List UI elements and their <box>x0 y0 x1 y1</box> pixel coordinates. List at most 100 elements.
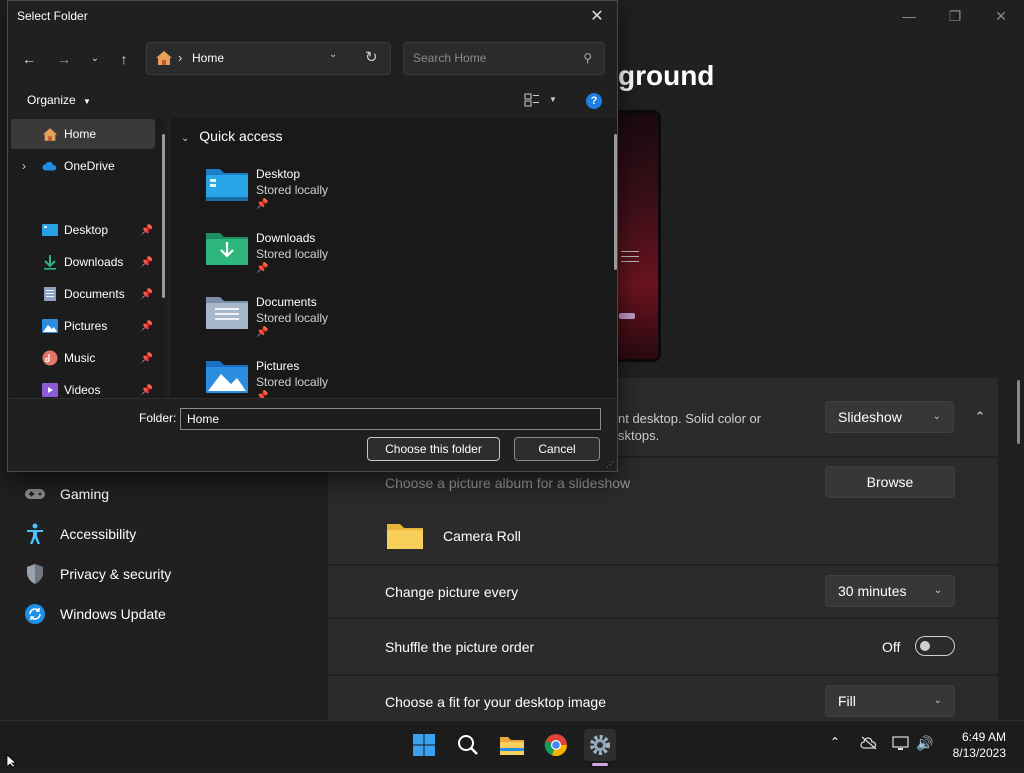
forward-arrow-icon[interactable]: → <box>51 46 77 72</box>
item-sub: Stored locally <box>256 247 329 261</box>
pin-icon: 📌 <box>256 263 269 274</box>
chrome-icon[interactable] <box>540 729 572 761</box>
camera-roll-label: Camera Roll <box>443 528 521 544</box>
nav-item-gaming[interactable]: Gaming <box>24 476 109 512</box>
fit-dropdown[interactable]: Fill ⌄ <box>825 685 955 717</box>
nav-music[interactable]: Music 📌 <box>11 343 155 373</box>
nav-item-privacy[interactable]: Privacy & security <box>24 556 171 592</box>
search-input[interactable]: Search Home ⚲ <box>403 42 605 75</box>
interval-dropdown[interactable]: 30 minutes ⌄ <box>825 575 955 607</box>
pin-icon: 📌 <box>256 327 269 338</box>
address-dropdown-icon[interactable]: ⌄ <box>329 49 337 60</box>
chevron-down-icon: ⌄ <box>933 585 942 596</box>
desktop-folder-icon <box>42 222 58 238</box>
quick-access-item[interactable]: Documents Stored locally 📌 <box>205 292 405 348</box>
nav-desktop[interactable]: Desktop 📌 <box>11 215 155 245</box>
downloads-folder-icon <box>42 254 58 270</box>
shuffle-toggle[interactable] <box>915 636 955 656</box>
dropdown-value: Slideshow <box>838 409 902 425</box>
music-folder-icon <box>42 350 58 366</box>
accessibility-icon <box>24 523 46 545</box>
recent-locations-chevron-icon[interactable]: ⌄ <box>82 46 108 72</box>
nav-downloads[interactable]: Downloads 📌 <box>11 247 155 277</box>
pin-icon: 📌 <box>256 199 269 210</box>
back-arrow-icon[interactable]: ← <box>16 46 42 72</box>
close-button[interactable]: ✕ <box>978 4 1024 28</box>
quick-access-item[interactable]: Downloads Stored locally 📌 <box>205 228 405 284</box>
start-icon[interactable] <box>408 729 440 761</box>
nav-item-accessibility[interactable]: Accessibility <box>24 516 136 552</box>
quick-access-item[interactable]: Desktop Stored locally 📌 <box>205 164 405 220</box>
search-icon[interactable] <box>452 729 484 761</box>
nav-pictures[interactable]: Pictures 📌 <box>11 311 155 341</box>
nav-videos[interactable]: Videos 📌 <box>11 375 155 398</box>
quick-access-item[interactable]: Pictures Stored locally 📌 <box>205 356 405 398</box>
close-icon[interactable]: ✕ <box>585 5 609 29</box>
nav-label: Home <box>64 127 97 141</box>
background-type-dropdown[interactable]: Slideshow ⌄ <box>825 401 954 433</box>
documents-folder-icon <box>42 286 58 302</box>
collapse-chevron-icon[interactable]: ⌃ <box>964 401 996 433</box>
shuffle-state: Off <box>882 639 901 655</box>
dialog-footer: Folder: Home Choose this folder Cancel ⋰ <box>9 398 616 471</box>
cancel-button[interactable]: Cancel <box>514 437 600 461</box>
select-folder-dialog: Select Folder ✕ ← → ⌄ ↑ › Home ⌄ ↻ Searc… <box>7 0 618 472</box>
maximize-button[interactable]: ❐ <box>932 4 978 28</box>
chevron-down-icon: ▼ <box>83 97 91 106</box>
item-name: Desktop <box>256 167 301 181</box>
view-chevron-icon[interactable]: ▼ <box>549 95 557 104</box>
nav-onedrive[interactable]: › OneDrive <box>11 151 155 181</box>
search-icon: ⚲ <box>583 51 592 65</box>
dropdown-value: Fill <box>838 693 856 709</box>
shuffle-label: Shuffle the picture order <box>385 639 535 655</box>
navpane-scrollbar[interactable] <box>162 134 165 298</box>
refresh-icon[interactable]: ↻ <box>365 48 378 66</box>
nav-item-windows-update[interactable]: Windows Update <box>24 596 166 632</box>
chevron-down-icon: ⌄ <box>933 695 942 706</box>
address-bar[interactable]: › Home ⌄ ↻ <box>146 42 391 75</box>
windows-update-icon <box>24 603 46 625</box>
item-name: Downloads <box>256 231 316 245</box>
background-setting-card: nt desktop. Solid color or sktops. Slide… <box>618 378 998 456</box>
pin-icon: 📌 <box>140 288 153 300</box>
nav-label: OneDrive <box>64 159 115 173</box>
file-explorer-icon[interactable] <box>496 729 528 761</box>
nav-documents[interactable]: Documents 📌 <box>11 279 155 309</box>
nav-home[interactable]: Home <box>11 119 155 149</box>
content-scrollbar[interactable] <box>614 134 617 270</box>
minimize-button[interactable]: — <box>886 4 932 28</box>
pin-icon: 📌 <box>140 320 153 332</box>
help-icon[interactable]: ? <box>586 93 602 109</box>
desktop-folder-icon <box>205 164 249 204</box>
album-label: Choose a picture album for a slideshow <box>385 475 631 491</box>
volume-icon[interactable]: 🔊 <box>916 735 933 752</box>
view-options-icon[interactable] <box>524 93 540 112</box>
settings-gear-icon[interactable] <box>584 729 616 761</box>
folder-name-input[interactable]: Home <box>180 408 601 430</box>
settings-scrollbar[interactable] <box>1017 380 1020 444</box>
choose-folder-button[interactable]: Choose this folder <box>367 437 500 461</box>
expand-chevron-icon[interactable]: › <box>22 159 42 173</box>
nav-label: Documents <box>64 287 125 301</box>
nav-label: Music <box>64 351 96 365</box>
cloud-offline-icon[interactable] <box>860 736 878 755</box>
dropdown-value: 30 minutes <box>838 583 907 599</box>
browse-button[interactable]: Browse <box>825 466 955 498</box>
network-icon[interactable] <box>892 736 910 757</box>
background-desc-line1: nt desktop. Solid color or <box>618 411 762 426</box>
interval-card: Change picture every 30 minutes ⌄ <box>328 566 998 617</box>
gaming-icon <box>24 483 46 505</box>
home-icon <box>155 50 173 71</box>
nav-label: Downloads <box>64 255 124 269</box>
pictures-folder-icon <box>42 318 58 334</box>
resize-grip-icon[interactable]: ⋰ <box>606 460 614 469</box>
interval-label: Change picture every <box>385 584 519 600</box>
documents-folder-icon <box>205 292 249 332</box>
up-arrow-icon[interactable]: ↑ <box>111 46 137 72</box>
quick-access-header[interactable]: ⌄ Quick access <box>181 128 283 144</box>
home-icon <box>42 126 58 142</box>
organize-button[interactable]: Organize ▼ <box>27 93 91 107</box>
show-hidden-icons-icon[interactable]: ⌃ <box>830 735 840 749</box>
clock[interactable]: 6:49 AM 8/13/2023 <box>953 729 1006 761</box>
pin-icon: 📌 <box>256 391 269 398</box>
